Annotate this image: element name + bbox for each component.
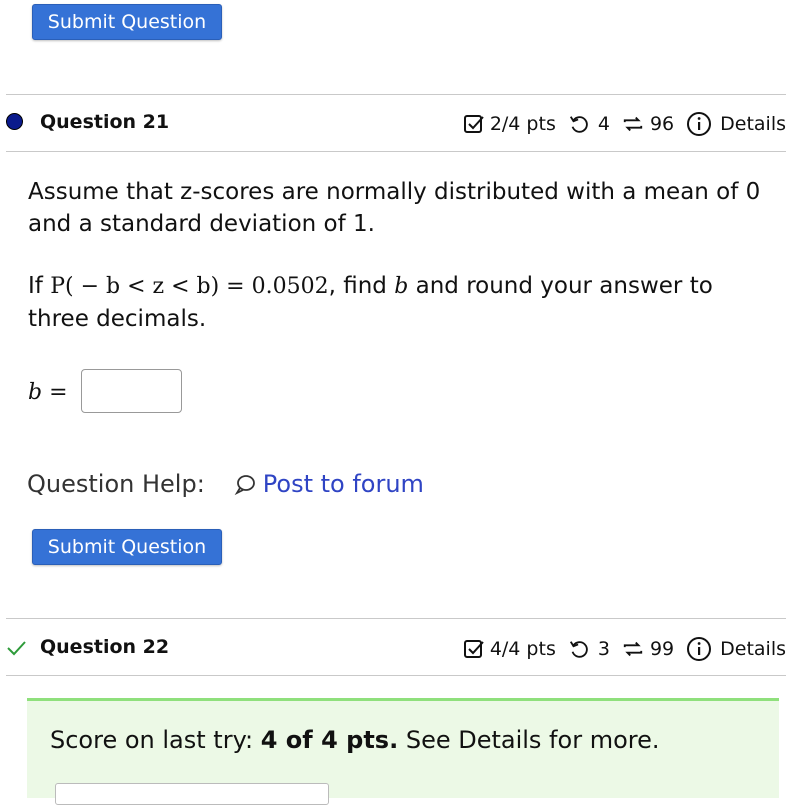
- retries-indicator: 3: [568, 638, 610, 660]
- divider: [6, 618, 786, 619]
- problem-question: If P( − b < z < b) = 0.0502, find b and …: [28, 270, 778, 335]
- repeat-icon: [623, 641, 643, 657]
- checkbox-icon: [463, 640, 484, 658]
- question-help-label: Question Help:: [27, 470, 205, 498]
- question-meta: 2/4 pts 4 96 Details: [462, 111, 786, 137]
- score-suffix: See Details for more.: [398, 726, 660, 754]
- answer-input[interactable]: [81, 369, 182, 413]
- score-text: Score on last try: 4 of 4 pts. See Detai…: [50, 726, 659, 754]
- answer-label: b =: [28, 380, 68, 405]
- submit-question-button[interactable]: Submit Question: [32, 529, 222, 565]
- speech-bubble-icon: [234, 475, 255, 496]
- divider: [6, 675, 786, 676]
- details-link[interactable]: Details: [686, 636, 786, 662]
- question-21-header: Question 21 2/4 pts 4 96 Details: [0, 95, 786, 151]
- details-link[interactable]: Details: [686, 111, 786, 137]
- score-value: 4 of 4 pts.: [260, 726, 399, 754]
- correct-check-icon: [6, 638, 26, 656]
- attempts-text: 99: [649, 638, 675, 660]
- submit-question-button-top[interactable]: Submit Question: [32, 4, 222, 40]
- probability-expression: P( − b < z < b) = 0.0502: [50, 274, 329, 299]
- details-label: Details: [720, 113, 786, 135]
- score-feedback-box: Score on last try: 4 of 4 pts. See Detai…: [27, 698, 779, 805]
- checkbox-icon: [463, 115, 484, 133]
- points-indicator: 2/4 pts: [462, 112, 556, 136]
- problem-statement: Assume that z-scores are normally distri…: [28, 179, 761, 237]
- score-prefix: Score on last try:: [50, 726, 261, 754]
- unanswered-status-icon: [6, 113, 24, 131]
- divider: [6, 151, 786, 152]
- info-icon: [687, 112, 712, 136]
- info-icon: [687, 637, 712, 661]
- undo-icon: [569, 641, 588, 658]
- undo-icon: [569, 116, 588, 133]
- points-text: 2/4 pts: [489, 113, 556, 135]
- repeat-icon: [623, 116, 643, 132]
- question-title: Question 21: [40, 111, 170, 133]
- retries-indicator: 4: [568, 113, 610, 135]
- find-text: , find: [328, 273, 387, 299]
- attempts-text: 96: [649, 113, 675, 135]
- variable-b: b: [394, 274, 409, 299]
- if-word: If: [28, 273, 43, 299]
- attempts-indicator: 99: [622, 638, 674, 660]
- question-meta: 4/4 pts 3 99 Details: [462, 636, 786, 662]
- attempts-indicator: 96: [622, 113, 674, 135]
- retries-text: 4: [597, 113, 610, 135]
- next-button-partial[interactable]: [55, 783, 329, 805]
- post-to-forum-label: Post to forum: [262, 470, 424, 498]
- question-title: Question 22: [40, 636, 170, 658]
- points-indicator: 4/4 pts: [462, 637, 556, 661]
- details-label: Details: [720, 638, 786, 660]
- post-to-forum-link[interactable]: Post to forum: [233, 470, 424, 498]
- retries-text: 3: [597, 638, 610, 660]
- points-text: 4/4 pts: [489, 638, 556, 660]
- question-22-header: Question 22 4/4 pts 3 99 Details: [0, 620, 786, 676]
- question-help: Question Help: Post to forum: [27, 470, 424, 498]
